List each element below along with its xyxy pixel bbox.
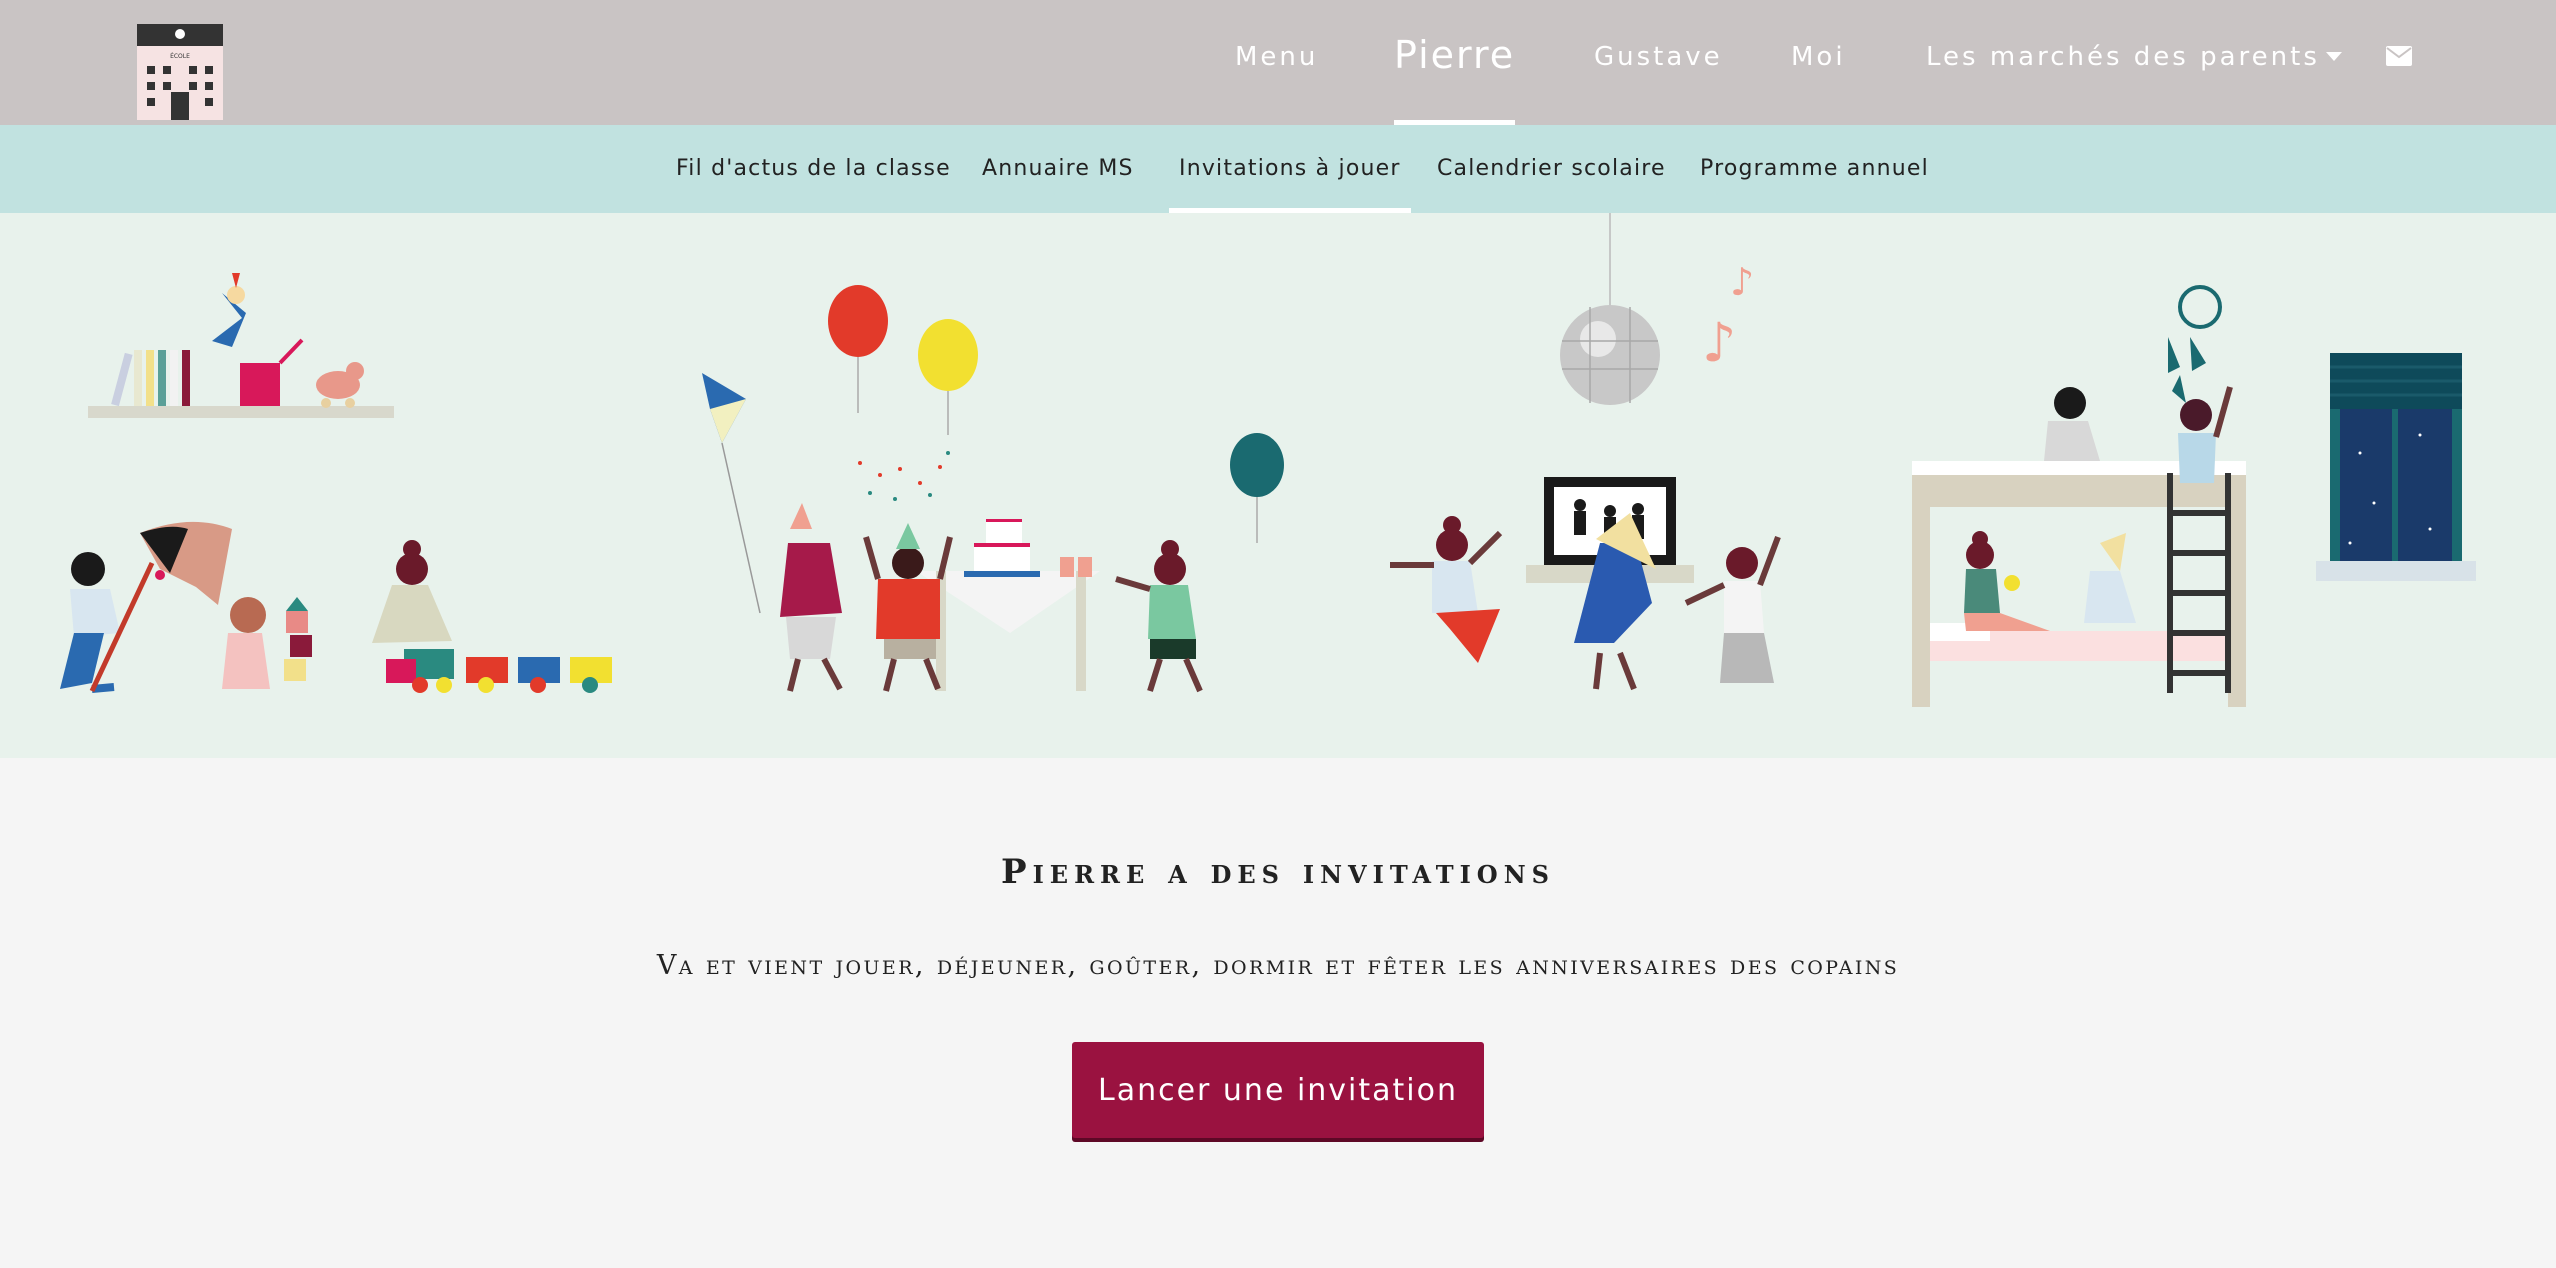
svg-text:♪: ♪	[1730, 260, 1754, 304]
school-logo-icon[interactable]: ÉCOLE	[135, 22, 225, 122]
toy-shelf	[88, 273, 394, 418]
kid-train	[372, 540, 612, 693]
subnav-programme[interactable]: Programme annuel	[1700, 125, 1929, 213]
subnav-invitations[interactable]: Invitations à jouer	[1169, 125, 1411, 213]
nav-pierre[interactable]: Pierre	[1394, 0, 1516, 125]
caret-down-icon	[2325, 52, 2342, 61]
page-headline: Pierre a des invitations	[1001, 852, 1555, 892]
hero-illustration: ♪ ♪	[0, 213, 2556, 758]
disco-area: ♪ ♪	[1560, 213, 1754, 405]
top-navbar: ÉCOLE Menu Pierre Gustave Moi Les marché…	[0, 0, 2556, 125]
svg-text:♪: ♪	[1702, 311, 1736, 374]
nav-marches-label: Les marchés des parents	[1926, 42, 2320, 72]
nav-menu[interactable]: Menu	[1235, 0, 1318, 125]
night-window	[2316, 353, 2476, 581]
envelope-icon[interactable]	[2386, 46, 2412, 66]
svg-text:ÉCOLE: ÉCOLE	[170, 52, 190, 60]
bunk-bed	[1912, 285, 2246, 707]
nav-gustave[interactable]: Gustave	[1594, 0, 1723, 125]
tv-dancing-kids	[1390, 477, 1781, 691]
subnav-fil-actus[interactable]: Fil d'actus de la classe	[676, 125, 951, 213]
kid-hobby-horse	[60, 521, 232, 693]
kids-play-illustration: ♪ ♪	[60, 213, 2476, 707]
subnav-annuaire[interactable]: Annuaire MS	[982, 125, 1134, 213]
subnav-calendrier[interactable]: Calendrier scolaire	[1437, 125, 1666, 213]
kid-blocks	[222, 597, 312, 689]
launch-invitation-button[interactable]: Lancer une invitation	[1072, 1042, 1484, 1138]
sub-navbar: Fil d'actus de la classe Annuaire MS Inv…	[0, 125, 2556, 213]
page-subline: Va et vient jouer, déjeuner, goûter, dor…	[656, 950, 1900, 981]
nav-moi[interactable]: Moi	[1791, 0, 1846, 125]
nav-marches-dropdown[interactable]: Les marchés des parents	[1926, 0, 2342, 125]
